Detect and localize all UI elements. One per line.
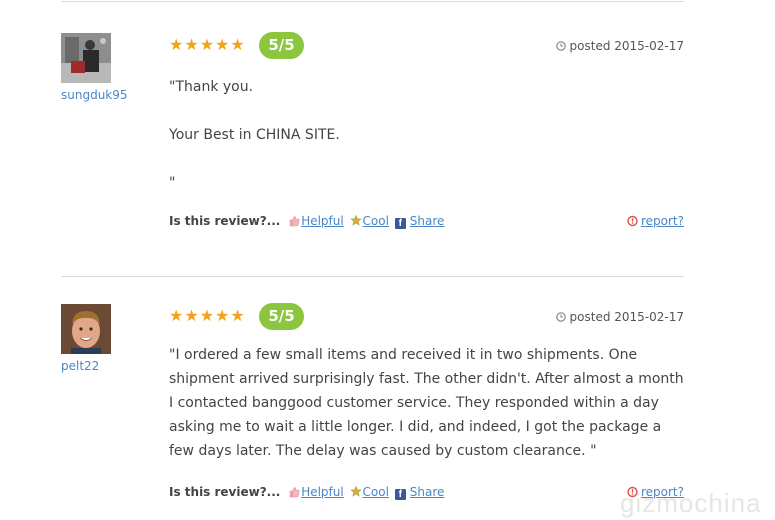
review-actions: Is this review?... Helpful Cool f Share (169, 485, 444, 500)
top-divider (61, 1, 684, 2)
review-body: "Thank you. Your Best in CHINA SITE. " (169, 75, 684, 195)
rating-stars: ★★★★★ (169, 35, 246, 54)
rating-stars: ★★★★★ (169, 306, 246, 325)
score-badge: 5/5 (259, 32, 304, 59)
avatar[interactable] (61, 304, 111, 354)
review-paragraph: "Thank you. (169, 79, 254, 95)
username-link[interactable]: sungduk95 (61, 88, 128, 102)
posted-date: posted 2015-02-17 (555, 310, 684, 324)
cool-link[interactable]: Cool (363, 214, 389, 228)
review-prompt: Is this review?... (169, 485, 281, 499)
report-link[interactable]: report? (641, 214, 684, 228)
posted-text: posted 2015-02-17 (569, 39, 684, 53)
posted-text: posted 2015-02-17 (569, 310, 684, 324)
review-actions: Is this review?... Helpful Cool f Share (169, 214, 444, 229)
review-paragraph: "I ordered a few small items and receive… (169, 347, 684, 459)
report-area: report? (626, 214, 684, 228)
cool-icon (349, 215, 362, 226)
clock-icon (555, 312, 566, 322)
share-link[interactable]: Share (410, 485, 445, 499)
thumb-icon (289, 487, 300, 498)
watermark: gizmochina (620, 488, 762, 518)
review-paragraph: Your Best in CHINA SITE. (169, 127, 340, 143)
facebook-icon[interactable]: f (394, 489, 406, 500)
facebook-icon[interactable]: f (394, 218, 406, 229)
cool-icon (349, 486, 362, 497)
clock-icon (555, 41, 566, 51)
score-badge: 5/5 (259, 303, 304, 330)
review-prompt: Is this review?... (169, 214, 281, 228)
helpful-link[interactable]: Helpful (301, 214, 344, 228)
thumb-icon (289, 216, 300, 227)
review-body: "I ordered a few small items and receive… (169, 343, 684, 463)
username-link[interactable]: pelt22 (61, 359, 99, 373)
review-divider (61, 276, 684, 277)
review-paragraph: " (169, 175, 176, 191)
posted-date: posted 2015-02-17 (555, 39, 684, 53)
cool-link[interactable]: Cool (363, 485, 389, 499)
avatar[interactable] (61, 33, 111, 83)
helpful-link[interactable]: Helpful (301, 485, 344, 499)
report-icon (627, 215, 638, 227)
share-link[interactable]: Share (410, 214, 445, 228)
